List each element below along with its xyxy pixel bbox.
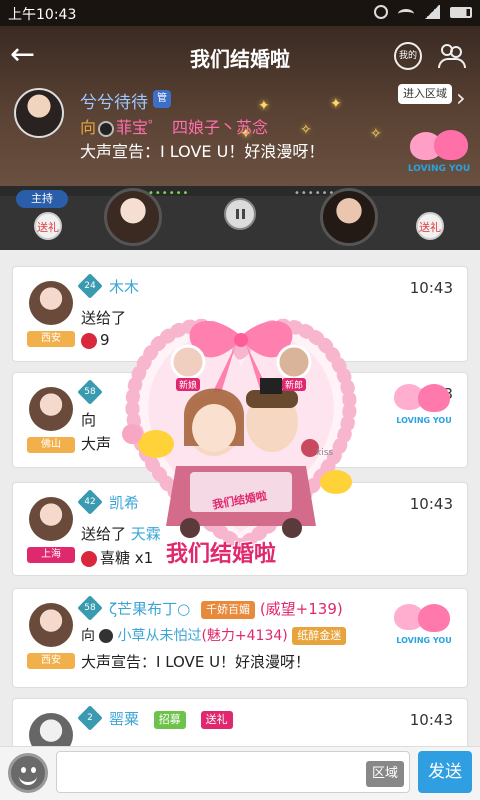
wedding-animation: 新娘 新郎 我们结婚啦 kiss 我们结婚啦 — [96, 296, 386, 586]
user-name[interactable]: 罂粟 招募 送礼 — [109, 708, 233, 729]
friends-icon[interactable] — [438, 42, 468, 70]
room-header: ✦ ✧ ✦ ✧ ✦ ← 我们结婚啦 我的 兮兮待待 管 进入区域 › 向菲宝゜四… — [0, 26, 480, 186]
sparkle-icon: ✧ — [370, 126, 382, 142]
region-button[interactable]: 区域 — [366, 761, 404, 787]
city-badge: 西安 — [27, 331, 75, 347]
to-prefix: 向 — [80, 118, 97, 137]
message-card: 2 罂粟 招募 送礼 10:43 — [12, 698, 468, 746]
mine-button[interactable]: 我的 — [394, 42, 422, 70]
prestige-gain: (威望+139) — [259, 600, 343, 618]
candy-icon — [81, 550, 97, 567]
gift-button-left[interactable]: 送礼 — [34, 212, 62, 240]
status-icons — [374, 5, 472, 19]
sparkle-icon: ✧ — [300, 122, 312, 138]
enter-room-button[interactable]: 进入区域 — [398, 84, 452, 104]
message-time: 10:43 — [409, 279, 453, 297]
user-name[interactable]: ζ芒果布丁○ 千娇百媚 (威望+139) — [109, 598, 343, 619]
avatar[interactable] — [29, 603, 73, 647]
level-badge: 2 — [77, 705, 103, 731]
chevron-right-icon[interactable]: › — [456, 84, 466, 112]
admin-badge: 管 — [153, 90, 171, 108]
announce-target-line: 向菲宝゜ 四娘子丶苏念 — [80, 114, 268, 138]
love-sticker-image: LOVING YOU — [406, 130, 472, 184]
message-time: 10:43 — [409, 495, 453, 513]
signal-icon — [424, 5, 440, 19]
love-sticker-image: LOVING YOU — [392, 604, 456, 658]
message-line: 向 小草从未怕过(魅力+4134) 纸醉金迷 — [81, 625, 347, 645]
avatar[interactable] — [29, 713, 73, 746]
gift-tag[interactable]: 送礼 — [200, 710, 233, 729]
message-time: 10:43 — [409, 711, 453, 729]
wifi-icon — [398, 9, 414, 19]
wedding-banner-text: 我们结婚啦 — [166, 542, 277, 567]
avatar[interactable] — [29, 281, 73, 325]
volume-indicator: •••••• — [148, 188, 190, 199]
city-badge: 佛山 — [27, 437, 75, 453]
alarm-icon — [374, 5, 388, 19]
sparkle-icon: ✦ — [258, 98, 270, 114]
love-sticker-image: LOVING YOU — [392, 384, 456, 438]
status-time: 上午10:43 — [8, 7, 77, 23]
battery-icon — [450, 6, 472, 18]
groom-label: 新郎 — [282, 378, 307, 391]
send-button[interactable]: 发送 — [418, 751, 472, 793]
recipient-name[interactable]: 四娘子丶苏念 — [172, 118, 268, 137]
gift-button-right[interactable]: 送礼 — [416, 212, 444, 240]
host-avatar[interactable] — [14, 88, 64, 138]
user-mini-avatar — [98, 120, 115, 137]
user-mini-avatar — [99, 629, 114, 643]
target-name[interactable]: 小草从未怕过 — [117, 628, 201, 644]
level-badge: 58 — [77, 595, 103, 621]
host-name[interactable]: 兮兮待待 — [80, 88, 148, 113]
input-bar: 区域 发送 — [0, 746, 480, 800]
message-line: 向 — [81, 411, 97, 429]
bride-label: 新娘 — [176, 378, 201, 391]
recruit-tag[interactable]: 招募 — [153, 710, 186, 729]
mic-avatar-right[interactable] — [320, 188, 378, 246]
host-tag: 主持 — [16, 190, 68, 208]
gift-icon — [81, 332, 97, 349]
level-badge: 24 — [77, 273, 103, 299]
status-bar: 上午10:43 — [0, 0, 480, 26]
city-badge: 西安 — [27, 653, 75, 669]
user-name[interactable]: 木木 — [109, 276, 139, 297]
city-badge: 上海 — [27, 547, 75, 563]
recipient-name[interactable]: 菲宝゜ — [116, 118, 164, 137]
charm-gain: (魅力+4134) — [201, 628, 288, 644]
pause-icon[interactable] — [224, 198, 256, 230]
avatar[interactable] — [29, 387, 73, 431]
announcement-text: 大声宣告：I LOVE U！好浪漫呀！ — [80, 142, 325, 161]
title-badge: 纸醉金迷 — [292, 627, 347, 645]
kiss-text: kiss — [316, 448, 334, 458]
message-line: 大声宣告：I LOVE U！好浪漫呀！ — [81, 653, 311, 671]
emoji-icon[interactable] — [8, 753, 48, 793]
title-badge: 千娇百媚 — [201, 600, 256, 619]
sparkle-icon: ✦ — [330, 96, 342, 112]
avatar[interactable] — [29, 497, 73, 541]
message-input[interactable] — [56, 751, 410, 793]
